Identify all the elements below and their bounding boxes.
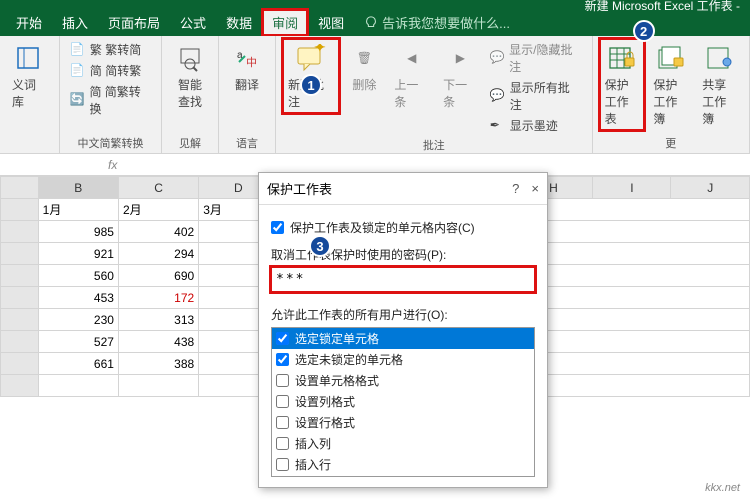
col-header-i[interactable]: I xyxy=(593,177,671,199)
dialog-help-button[interactable]: ? xyxy=(512,181,519,196)
group-comments: 批注 xyxy=(284,135,584,153)
group-language: 语言 xyxy=(227,133,267,151)
group-convert: 中文简繁转换 xyxy=(68,133,153,151)
svg-text:中: 中 xyxy=(246,56,257,69)
protect-sheet-dialog: 保护工作表 ? × 保护工作表及锁定的单元格内容(C) 3 取消工作表保护时使用… xyxy=(258,172,548,488)
protect-checkbox-input[interactable] xyxy=(271,221,284,234)
cell[interactable]: 1月 xyxy=(38,199,118,221)
tab-formula[interactable]: 公式 xyxy=(170,9,216,36)
svg-text:✦: ✦ xyxy=(314,44,326,55)
fan-to-jian-button[interactable]: 📄繁 繁转简 xyxy=(68,40,153,59)
list-item[interactable]: 插入列 xyxy=(272,433,534,454)
protect-sheet-button[interactable]: 保护 工作表 xyxy=(601,40,644,129)
protect-workbook-button[interactable]: 保护 工作簿 xyxy=(649,40,692,129)
protect-content-checkbox[interactable]: 保护工作表及锁定的单元格内容(C) xyxy=(271,219,535,236)
list-item[interactable]: 插入超链接 xyxy=(272,475,534,477)
cell[interactable]: 2月 xyxy=(118,199,198,221)
tab-start[interactable]: 开始 xyxy=(6,9,52,36)
tab-view[interactable]: 视图 xyxy=(308,9,354,36)
tell-me[interactable]: 告诉我您想要做什么... xyxy=(354,9,520,36)
translate-button[interactable]: a中 翻译 xyxy=(227,40,267,95)
list-item[interactable]: 设置列格式 xyxy=(272,391,534,412)
permissions-listbox[interactable]: 选定锁定单元格 选定未锁定的单元格 设置单元格格式 设置列格式 设置行格式 插入… xyxy=(271,327,535,477)
bulb-icon xyxy=(364,16,378,30)
next-comment-button[interactable]: ▶下一条 xyxy=(439,40,482,112)
tab-layout[interactable]: 页面布局 xyxy=(98,9,170,36)
smart-lookup-button[interactable]: 智能 查找 xyxy=(170,40,210,112)
tab-insert[interactable]: 插入 xyxy=(52,9,98,36)
fx-label: fx xyxy=(100,158,125,172)
col-header-b[interactable]: B xyxy=(38,177,118,199)
dialog-close-button[interactable]: × xyxy=(531,181,539,196)
corner-cell[interactable] xyxy=(1,177,39,199)
thesaurus-button[interactable]: 义词库 xyxy=(8,40,51,112)
col-header-j[interactable]: J xyxy=(671,177,750,199)
badge-2: 2 xyxy=(633,20,655,42)
dialog-title: 保护工作表 xyxy=(267,179,332,198)
list-item[interactable]: 设置行格式 xyxy=(272,412,534,433)
share-workbook-button[interactable]: 共享 工作簿 xyxy=(698,40,741,129)
list-item[interactable]: 选定未锁定的单元格 xyxy=(272,349,534,370)
col-header-c[interactable]: C xyxy=(118,177,198,199)
jian-fan-convert-button[interactable]: 🔄简 简繁转换 xyxy=(68,82,153,118)
group-changes: 更 xyxy=(601,133,741,151)
watermark: kkx.net xyxy=(705,482,740,494)
badge-3: 3 xyxy=(309,235,331,257)
ribbon: 义词库 📄繁 繁转简 📄简 简转繁 🔄简 简繁转换 中文简繁转换 智能 查找 见… xyxy=(0,36,750,154)
jian-to-fan-button[interactable]: 📄简 简转繁 xyxy=(68,61,153,80)
show-hide-comment-button[interactable]: 💬显示/隐藏批注 xyxy=(488,40,584,76)
group-proofing xyxy=(8,149,51,151)
permissions-label: 允许此工作表的所有用户进行(O): xyxy=(271,306,535,323)
window-title: 新建 Microsoft Excel 工作表 - xyxy=(585,0,740,14)
password-input[interactable] xyxy=(271,267,535,292)
row-header[interactable] xyxy=(1,199,39,221)
list-item[interactable]: 选定锁定单元格 xyxy=(272,328,534,349)
group-insights: 见解 xyxy=(170,133,210,151)
list-item[interactable]: 插入行 xyxy=(272,454,534,475)
delete-comment-button[interactable]: 🗑删除 xyxy=(344,40,384,95)
badge-1: 1 xyxy=(300,74,322,96)
prev-comment-button[interactable]: ◀上一条 xyxy=(390,40,433,112)
show-ink-button[interactable]: ✒显示墨迹 xyxy=(488,116,584,135)
show-all-comments-button[interactable]: 💬显示所有批注 xyxy=(488,78,584,114)
tab-review[interactable]: 审阅 xyxy=(262,9,308,36)
tab-data[interactable]: 数据 xyxy=(216,9,262,36)
list-item[interactable]: 设置单元格格式 xyxy=(272,370,534,391)
